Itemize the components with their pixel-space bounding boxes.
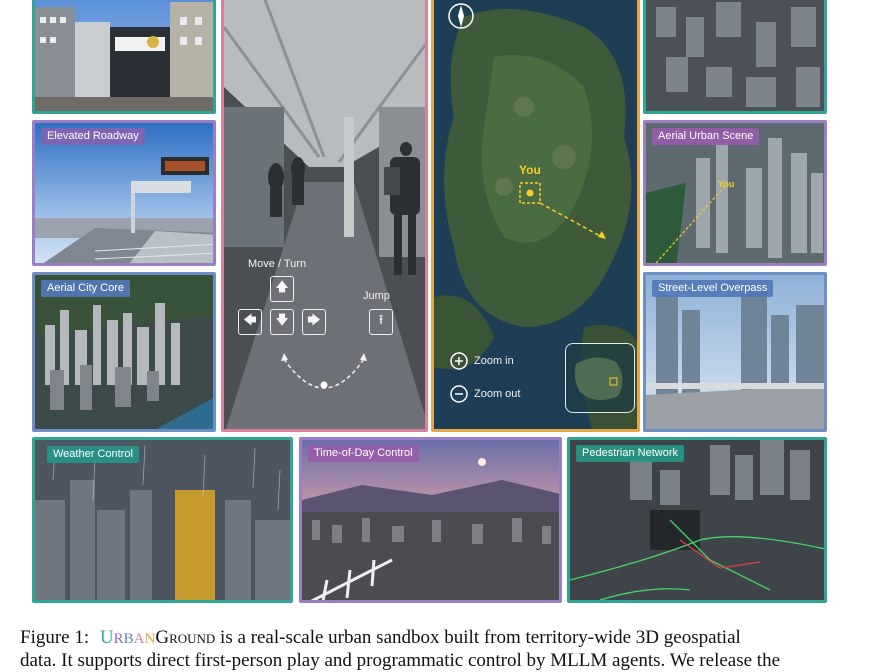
aerial-you-marker: You [718, 179, 735, 189]
figure-caption: Figure 1: URBANGround is a real-scale ur… [20, 627, 850, 672]
compass-icon[interactable] [446, 1, 476, 31]
zoom-out-label: Zoom out [474, 388, 521, 400]
caption-line-1: Figure 1: URBANGround is a real-scale ur… [20, 627, 850, 650]
street-level-overpass-image [646, 275, 824, 429]
zoom-in-icon[interactable] [449, 351, 469, 371]
figure-label: Figure 1: [20, 627, 90, 648]
time-of-day-control-label: Time-of-Day Control [308, 445, 419, 462]
pedestrian-network-image [570, 440, 824, 600]
pedestrian-network-panel: Pedestrian Network [567, 437, 827, 603]
system-name-a: A [133, 631, 145, 647]
you-location-marker-icon [519, 182, 606, 239]
zoom-in-label: Zoom in [474, 355, 514, 367]
system-name-u: U [99, 627, 114, 648]
street-scene-image [35, 0, 213, 111]
street-scene-panel [32, 0, 216, 114]
time-of-day-control-panel: Time-of-Day Control [299, 437, 562, 603]
turn-arc-icon [281, 353, 367, 389]
pedestrian-network-label: Pedestrian Network [576, 445, 684, 462]
elevated-roadway-panel: Elevated Roadway [32, 120, 216, 266]
system-name-n: N [144, 631, 156, 647]
minimap-image [574, 357, 623, 401]
key-left[interactable]: 🡄 [238, 309, 262, 335]
move-turn-label: Move / Turn [248, 258, 307, 270]
weather-control-panel: Weather Control [32, 437, 293, 603]
street-level-overpass-label: Street-Level Overpass [652, 280, 774, 297]
map-view-panel: You Zoom in Zoom out [431, 0, 640, 432]
minimap[interactable] [565, 343, 635, 413]
key-up[interactable]: 🡅 [270, 276, 294, 302]
caption-line-1-rest: is a real-scale urban sandbox built from… [215, 627, 741, 648]
key-jump[interactable]: ⭱ [369, 309, 393, 335]
jump-label: Jump [363, 290, 390, 302]
system-name-rest: Ground [155, 627, 216, 648]
aerial-city-core-image [35, 275, 213, 429]
aerial-city-core-label: Aerial City Core [41, 280, 131, 297]
key-down[interactable]: 🡇 [270, 309, 294, 335]
weather-control-label: Weather Control [47, 446, 139, 463]
elevated-roadway-label: Elevated Roadway [41, 128, 145, 145]
system-name-r: R [113, 631, 124, 647]
aerial-urban-scene-panel: Aerial Urban Scene You [643, 120, 827, 266]
aerial-top-right-panel [643, 0, 827, 114]
aerial-urban-scene-label: Aerial Urban Scene [652, 128, 760, 145]
you-marker-label: You [519, 163, 541, 177]
first-person-view-panel: Move / Turn Jump 🡅 🡄 🡇 🡆 ⭱ [221, 0, 428, 432]
aerial-city-core-panel: Aerial City Core [32, 272, 216, 432]
time-of-day-control-image [302, 440, 559, 600]
caption-line-2: data. It supports direct first-person pl… [20, 650, 780, 671]
key-right[interactable]: 🡆 [302, 309, 326, 335]
system-name: URBANGround [100, 627, 215, 648]
weather-control-image [35, 440, 290, 600]
zoom-out-icon[interactable] [449, 384, 469, 404]
system-name-b: B [123, 631, 134, 647]
street-level-overpass-panel: Street-Level Overpass [643, 272, 827, 432]
aerial-top-right-image [646, 0, 824, 111]
